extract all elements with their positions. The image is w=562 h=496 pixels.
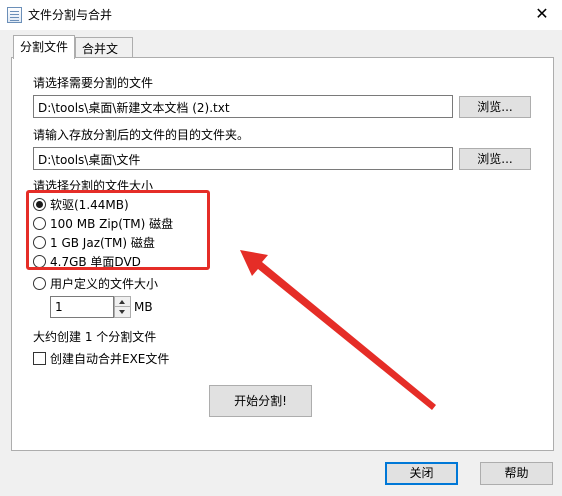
custom-size-input[interactable]: 1 — [50, 296, 114, 318]
radio-button[interactable] — [33, 276, 46, 290]
radio-custom-size[interactable]: 用户定义的文件大小 — [33, 274, 158, 292]
browse-source-button[interactable]: 浏览... — [459, 96, 531, 118]
checkbox-box[interactable] — [33, 351, 46, 365]
close-window-button[interactable]: ✕ — [522, 0, 562, 30]
window-title: 文件分割与合并 — [28, 8, 113, 22]
auto-merge-label: 创建自动合并EXE文件 — [50, 351, 170, 366]
estimate-text: 大约创建 1 个分割文件 — [33, 330, 157, 344]
title-bar: 文件分割与合并 ✕ — [0, 0, 562, 30]
tab-merge-file[interactable]: 合并文件 — [75, 37, 133, 73]
help-button[interactable]: 帮助 — [480, 462, 553, 485]
close-button[interactable]: 关闭 — [385, 462, 458, 485]
radio-label: 用户定义的文件大小 — [50, 276, 159, 291]
start-split-button[interactable]: 开始分割! — [209, 385, 312, 417]
dest-folder-label: 请输入存放分割后的文件的目的文件夹。 — [33, 128, 250, 142]
spin-down-icon[interactable] — [115, 307, 130, 317]
app-icon — [7, 7, 22, 23]
spin-up-icon[interactable] — [115, 297, 130, 307]
auto-merge-checkbox[interactable]: 创建自动合并EXE文件 — [33, 349, 169, 367]
tab-split-file[interactable]: 分割文件 — [13, 35, 75, 59]
browse-dest-button[interactable]: 浏览... — [459, 148, 531, 170]
source-file-input[interactable]: D:\tools\桌面\新建文本文档 (2).txt — [33, 95, 453, 118]
custom-size-unit: MB — [134, 300, 153, 314]
annotation-highlight-box — [26, 190, 210, 270]
dest-folder-input[interactable]: D:\tools\桌面\文件 — [33, 147, 453, 170]
custom-size-stepper[interactable] — [114, 296, 131, 318]
source-file-label: 请选择需要分割的文件 — [33, 76, 154, 90]
